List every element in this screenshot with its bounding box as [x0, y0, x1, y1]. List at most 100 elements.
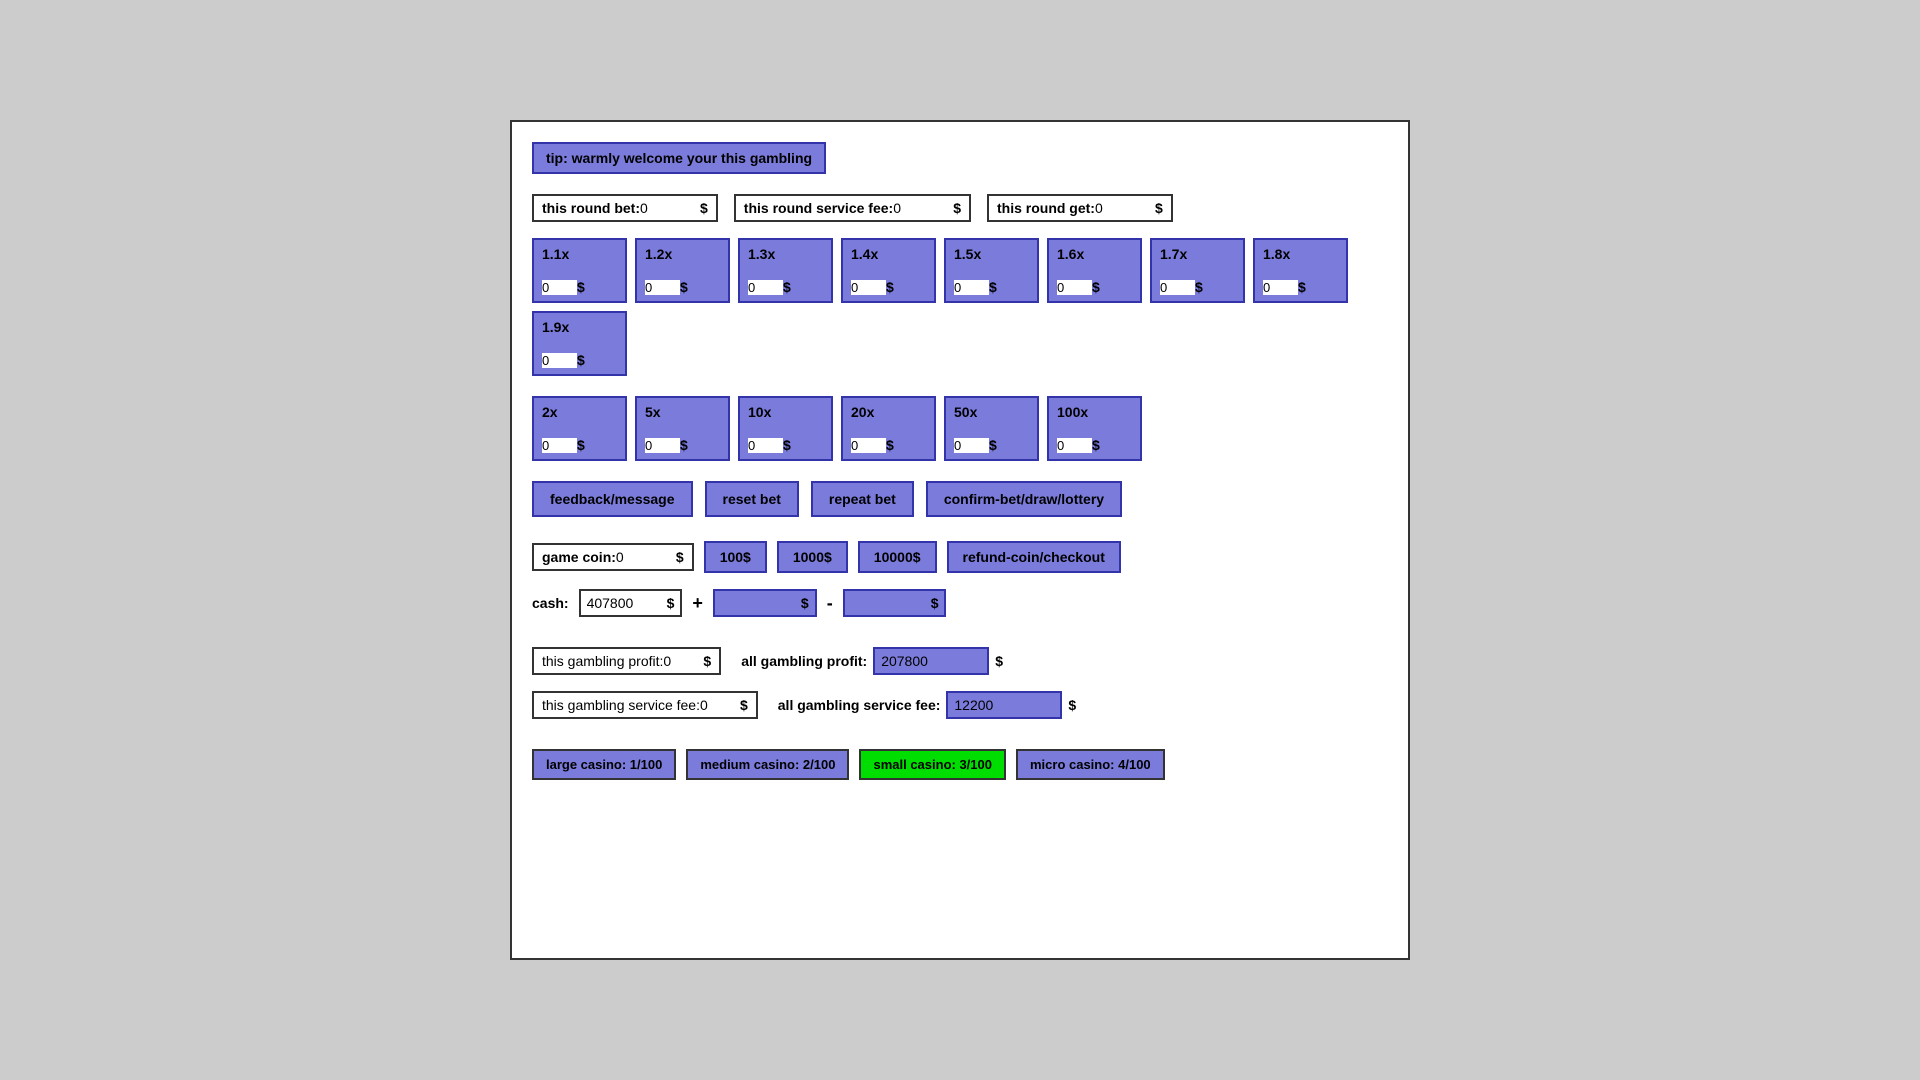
multiplier-grid-row1: 1.1x $1.2x $1.3x$ 1.4x $1.5x $1.6x $1.7x$ 1.8x $… — [532, 238, 1388, 376]
multiplier-dollar: $ — [680, 437, 688, 453]
main-container: tip: warmly welcome your this gambling t… — [510, 120, 1410, 960]
game-coin-label: game coin: — [542, 549, 616, 565]
round-fee-field: this round service fee: $ — [734, 194, 971, 222]
this-profit-input[interactable] — [663, 653, 703, 669]
cash-input[interactable] — [587, 595, 667, 611]
multiplier-input-row: $ — [1057, 279, 1132, 295]
multiplier-label: 1.4x — [851, 246, 926, 262]
multiplier-dollar: $ — [783, 437, 791, 453]
all-profit-wrapper: all gambling profit: $ — [741, 647, 1003, 675]
multiplier-input-row: $ — [1263, 279, 1338, 295]
refund-button[interactable]: refund-coin/checkout — [947, 541, 1121, 573]
multiplier-cell-20x[interactable]: 20x$ — [841, 396, 936, 461]
multiplier-cell-1_1x[interactable]: 1.1x $ — [532, 238, 627, 303]
multiplier-label: 10x — [748, 404, 823, 420]
multiplier-input[interactable] — [954, 280, 989, 295]
multiplier-input[interactable] — [1057, 438, 1092, 453]
reset-bet-button[interactable]: reset bet — [705, 481, 799, 517]
multiplier-input-row: $ — [748, 437, 823, 453]
multiplier-input[interactable] — [954, 438, 989, 453]
multiplier-cell-1_4x[interactable]: 1.4x $ — [841, 238, 936, 303]
cash-plus-input[interactable] — [721, 595, 801, 611]
multiplier-dollar: $ — [577, 352, 585, 368]
round-bet-label: this round bet: — [542, 200, 640, 216]
multiplier-input[interactable] — [851, 438, 886, 453]
multiplier-cell-2x[interactable]: 2x$ — [532, 396, 627, 461]
this-fee-field: this gambling service fee: $ — [532, 691, 758, 719]
feedback-button[interactable]: feedback/message — [532, 481, 693, 517]
multiplier-input[interactable] — [542, 280, 577, 295]
multiplier-label: 1.6x — [1057, 246, 1132, 262]
multiplier-label: 1.2x — [645, 246, 720, 262]
multiplier-input[interactable] — [748, 438, 783, 453]
cash-minus-input[interactable] — [851, 595, 931, 611]
round-bet-input[interactable] — [640, 200, 700, 216]
multiplier-input-row: $ — [748, 279, 823, 295]
multiplier-input-row: $ — [542, 352, 617, 368]
coin-10000-button[interactable]: 10000$ — [858, 541, 937, 573]
multiplier-dollar: $ — [1092, 437, 1100, 453]
multiplier-cell-50x[interactable]: 50x$ — [944, 396, 1039, 461]
multiplier-input[interactable] — [851, 280, 886, 295]
multiplier-dollar: $ — [577, 437, 585, 453]
round-fee-input[interactable] — [893, 200, 953, 216]
multiplier-input-row: $ — [1160, 279, 1235, 295]
multiplier-label: 1.5x — [954, 246, 1029, 262]
multiplier-input[interactable] — [645, 438, 680, 453]
multiplier-dollar: $ — [577, 279, 585, 295]
small-casino-badge: small casino: 3/100 — [859, 749, 1006, 780]
medium-casino-badge: medium casino: 2/100 — [686, 749, 849, 780]
multiplier-input-row: $ — [954, 437, 1029, 453]
multiplier-input-row: $ — [851, 279, 926, 295]
multiplier-cell-10x[interactable]: 10x $ — [738, 396, 833, 461]
multiplier-dollar: $ — [680, 279, 688, 295]
all-fee-field — [946, 691, 1062, 719]
multiplier-input[interactable] — [1057, 280, 1092, 295]
game-coin-input[interactable] — [616, 549, 676, 565]
multiplier-input-row: $ — [542, 437, 617, 453]
repeat-bet-button[interactable]: repeat bet — [811, 481, 914, 517]
coin-100-button[interactable]: 100$ — [704, 541, 767, 573]
multiplier-dollar: $ — [1092, 279, 1100, 295]
multiplier-input[interactable] — [748, 280, 783, 295]
multiplier-input[interactable] — [542, 353, 577, 368]
all-fee-input[interactable] — [954, 697, 1054, 713]
cash-value-field: $ — [579, 589, 683, 617]
multiplier-dollar: $ — [989, 437, 997, 453]
multiplier-label: 1.1x — [542, 246, 617, 262]
minus-sign: - — [827, 593, 833, 614]
this-profit-dollar: $ — [703, 653, 711, 669]
game-coin-dollar: $ — [676, 549, 684, 565]
multiplier-cell-1_6x[interactable]: 1.6x $ — [1047, 238, 1142, 303]
multiplier-cell-1_3x[interactable]: 1.3x$ — [738, 238, 833, 303]
all-profit-label: all gambling profit: — [741, 653, 867, 669]
multiplier-label: 20x — [851, 404, 926, 420]
round-fee-dollar: $ — [953, 200, 961, 216]
multiplier-cell-5x[interactable]: 5x$ — [635, 396, 730, 461]
multiplier-cell-100x[interactable]: 100x$ — [1047, 396, 1142, 461]
multiplier-input-row: $ — [645, 437, 720, 453]
round-stats-row: this round bet: $ this round service fee… — [532, 194, 1388, 222]
this-fee-input[interactable] — [700, 697, 740, 713]
multiplier-dollar: $ — [989, 279, 997, 295]
multiplier-cell-1_5x[interactable]: 1.5x $ — [944, 238, 1039, 303]
coin-1000-button[interactable]: 1000$ — [777, 541, 848, 573]
confirm-bet-button[interactable]: confirm-bet/draw/lottery — [926, 481, 1122, 517]
multiplier-cell-1_9x[interactable]: 1.9x$ — [532, 311, 627, 376]
multiplier-cell-1_8x[interactable]: 1.8x $ — [1253, 238, 1348, 303]
cash-row: cash: $ + $ - $ — [532, 589, 1388, 617]
multiplier-cell-1_7x[interactable]: 1.7x$ — [1150, 238, 1245, 303]
this-profit-label: this gambling profit: — [542, 653, 663, 669]
round-bet-dollar: $ — [700, 200, 708, 216]
round-get-field: this round get: $ — [987, 194, 1173, 222]
multiplier-cell-1_2x[interactable]: 1.2x $ — [635, 238, 730, 303]
multiplier-input[interactable] — [1160, 280, 1195, 295]
round-get-input[interactable] — [1095, 200, 1155, 216]
multiplier-input[interactable] — [542, 438, 577, 453]
multiplier-input[interactable] — [1263, 280, 1298, 295]
multiplier-label: 1.8x — [1263, 246, 1338, 262]
multiplier-input[interactable] — [645, 280, 680, 295]
all-profit-input[interactable] — [881, 653, 981, 669]
cash-minus-dollar: $ — [931, 595, 939, 611]
all-profit-dollar: $ — [995, 653, 1003, 669]
